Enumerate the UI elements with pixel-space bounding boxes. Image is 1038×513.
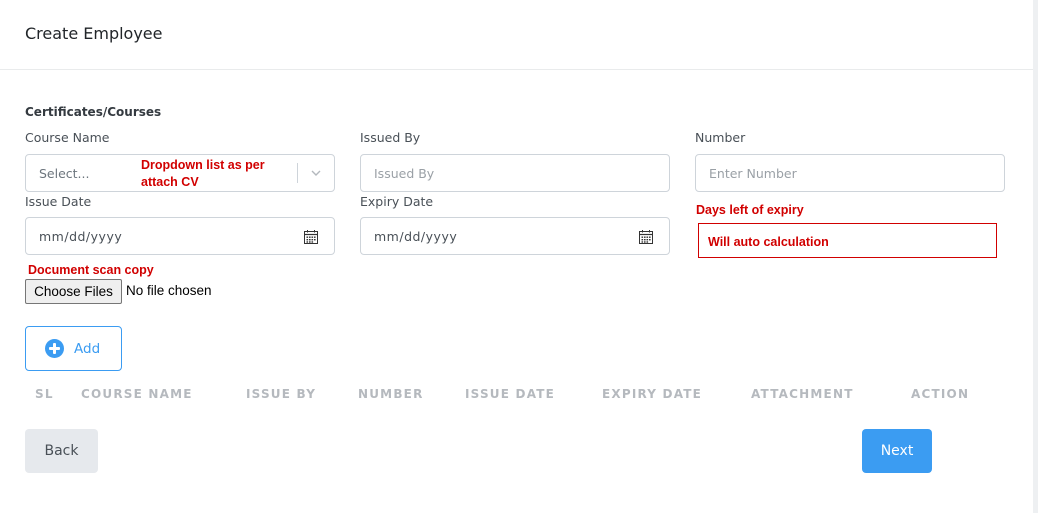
dropdown-note: Dropdown list as per attach CV <box>141 157 265 191</box>
dropdown-note-line2: attach CV <box>141 175 199 189</box>
issued-by-placeholder: Issued By <box>374 165 435 181</box>
add-button[interactable]: Add <box>25 326 122 371</box>
next-button[interactable]: Next <box>862 429 932 473</box>
issue-date-value: mm/dd/yyyy <box>39 228 123 244</box>
section-title: Certificates/Courses <box>25 105 162 119</box>
plus-circle-icon <box>45 339 64 358</box>
chevron-down-icon[interactable] <box>310 167 322 179</box>
expiry-date-input[interactable]: mm/dd/yyyy <box>360 217 670 255</box>
back-button[interactable]: Back <box>25 429 98 473</box>
calendar-icon[interactable] <box>303 229 319 245</box>
issue-date-label: Issue Date <box>25 194 92 209</box>
column-header-issue-by: ISSUE BY <box>246 387 317 401</box>
auto-calculation-note: Will auto calculation <box>708 235 829 249</box>
column-header-action: ACTION <box>911 387 970 401</box>
choose-files-button[interactable]: Choose Files <box>25 279 122 304</box>
dropdown-note-line1: Dropdown list as per <box>141 158 265 172</box>
course-name-label: Course Name <box>25 130 110 145</box>
issued-by-input[interactable]: Issued By <box>360 154 670 192</box>
page-edge <box>1033 0 1038 513</box>
document-scan-label: Document scan copy <box>28 263 154 277</box>
column-header-expiry-date: EXPIRY DATE <box>602 387 703 401</box>
select-separator <box>297 163 298 183</box>
column-header-attachment: ATTACHMENT <box>751 387 854 401</box>
column-header-course-name: COURSE NAME <box>81 387 193 401</box>
expiry-date-label: Expiry Date <box>360 194 434 209</box>
issued-by-label: Issued By <box>360 130 421 145</box>
number-label: Number <box>695 130 746 145</box>
column-header-sl: SL <box>35 387 54 401</box>
issue-date-input[interactable]: mm/dd/yyyy <box>25 217 335 255</box>
number-input[interactable]: Enter Number <box>695 154 1005 192</box>
page-title: Create Employee <box>25 24 163 43</box>
column-header-number: NUMBER <box>358 387 424 401</box>
number-placeholder: Enter Number <box>709 165 797 181</box>
column-header-issue-date: ISSUE DATE <box>465 387 556 401</box>
expiry-date-value: mm/dd/yyyy <box>374 228 458 244</box>
days-left-label: Days left of expiry <box>696 203 804 217</box>
file-status: No file chosen <box>126 283 212 298</box>
days-left-box: Will auto calculation <box>698 223 997 258</box>
create-employee-card: Create Employee Certificates/Courses Cou… <box>0 0 1033 513</box>
course-name-placeholder: Select... <box>39 165 90 181</box>
card-header: Create Employee <box>0 0 1033 70</box>
calendar-icon[interactable] <box>638 229 654 245</box>
add-button-label: Add <box>74 340 101 357</box>
